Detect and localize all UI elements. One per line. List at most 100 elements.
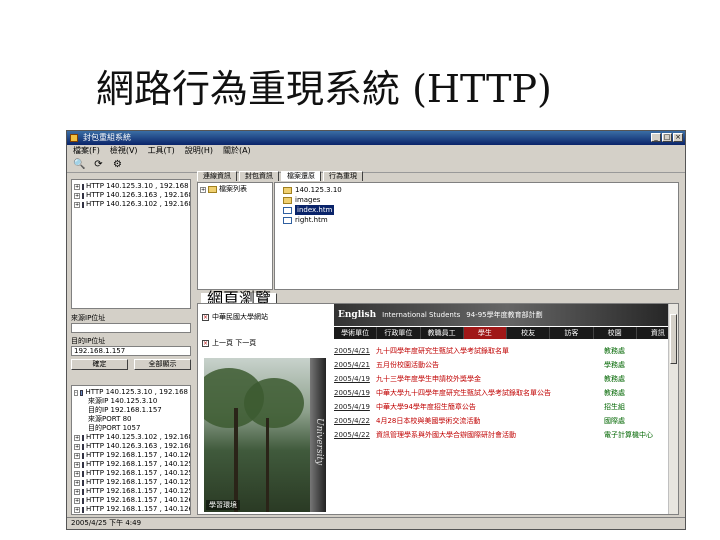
- news-title[interactable]: 中華大學94學年度招生簡章公告: [376, 403, 596, 414]
- refresh-icon[interactable]: ⟳: [92, 158, 105, 171]
- session-row[interactable]: 來源IP 140.125.3.10: [74, 397, 188, 406]
- session-row[interactable]: - HTTP 140.125.3.10 , 192.168: [74, 388, 188, 397]
- expand-icon[interactable]: +: [74, 443, 80, 450]
- tab-behavior[interactable]: 行為重現: [323, 171, 363, 181]
- news-title[interactable]: 九十三學年度學生申請校外獎學金: [376, 375, 596, 386]
- news-row[interactable]: 2005/4/19 中華大學九十四學年度研究生甄試入學考試錄取名單公告 教務處: [334, 386, 670, 400]
- expand-icon[interactable]: +: [74, 183, 80, 190]
- expand-icon[interactable]: +: [74, 461, 80, 468]
- preview-check-row[interactable]: × 中華民國大學網站: [202, 312, 268, 322]
- session-tree[interactable]: - HTTP 140.125.3.10 , 192.168 來源IP 140.125…: [71, 385, 191, 515]
- expand-icon[interactable]: +: [74, 506, 80, 513]
- news-title[interactable]: 資訊管理學系與外國大學合辦國際研討會活動: [376, 431, 596, 442]
- menu-file[interactable]: 檔案(F): [73, 145, 100, 157]
- session-row[interactable]: 目的PORT 1057: [74, 424, 188, 433]
- session-row[interactable]: + HTTP 140.125.3.102 , 192.168: [74, 433, 190, 442]
- session-label: HTTP 192.168.1.157 , 140.126: [86, 451, 191, 459]
- scrollbar-thumb[interactable]: [670, 314, 677, 364]
- session-row[interactable]: +HTTP 192.168.1.157 , 140.126: [74, 505, 190, 514]
- news-title[interactable]: 4月28日本校與美國學術交流活動: [376, 417, 596, 428]
- computer-icon: [82, 201, 84, 208]
- expand-icon[interactable]: +: [74, 192, 80, 199]
- src-ip-field[interactable]: [71, 323, 191, 333]
- close-button[interactable]: ×: [673, 133, 683, 142]
- session-label: HTTP 192.168.1.157 , 140.125: [86, 487, 191, 495]
- web-nav-item[interactable]: 學術單位: [334, 327, 378, 339]
- file-list[interactable]: 140.125.3.10 images index.htm right.htm: [274, 182, 679, 290]
- tab-web-preview[interactable]: 網頁瀏覽: [201, 291, 278, 307]
- menu-tools[interactable]: 工具(T): [148, 145, 175, 157]
- connection-row[interactable]: + HTTP 140.125.3.10 , 192.168: [74, 182, 189, 191]
- news-row[interactable]: 2005/4/21 五月份校園活動公告 學務處: [334, 358, 670, 372]
- file-row[interactable]: right.htm: [283, 215, 670, 225]
- news-row[interactable]: 2005/4/21 九十四學年度研究生甄試入學考試錄取名單 教務處: [334, 344, 670, 358]
- expand-icon[interactable]: +: [74, 452, 80, 459]
- bottom-tabs: 網頁瀏覽: [201, 291, 278, 307]
- session-label: HTTP 140.125.3.10 , 192.168: [85, 388, 188, 396]
- session-row[interactable]: + HTTP 192.168.1.157 , 140.125: [74, 487, 191, 496]
- tab-connection[interactable]: 連線資訊: [197, 171, 237, 181]
- ok-button[interactable]: 確定: [71, 359, 128, 370]
- session-row[interactable]: 來源PORT 80: [74, 415, 188, 424]
- web-nav-item[interactable]: 校園: [594, 327, 637, 339]
- web-nav-item[interactable]: 行政單位: [377, 327, 421, 339]
- menu-about[interactable]: 關於(A): [223, 145, 251, 157]
- web-nav-item[interactable]: 教職員工: [421, 327, 464, 339]
- menu-help[interactable]: 說明(H): [185, 145, 213, 157]
- english-link[interactable]: English: [338, 310, 376, 320]
- project-link[interactable]: 94-95學年度教育部計劃: [466, 310, 542, 320]
- connection-row[interactable]: + HTTP 140.126.3.163 , 192.168: [74, 191, 190, 200]
- checkbox[interactable]: ×: [202, 339, 209, 347]
- expand-icon[interactable]: +: [74, 470, 80, 477]
- session-row[interactable]: + HTTP 192.168.1.157 , 140.125: [74, 469, 190, 478]
- news-title[interactable]: 九十四學年度研究生甄試入學考試錄取名單: [376, 347, 596, 358]
- expand-icon[interactable]: +: [200, 186, 206, 193]
- folder-tree[interactable]: + 檔案列表: [197, 182, 273, 290]
- checkbox[interactable]: ×: [202, 313, 209, 321]
- web-preview-pane[interactable]: × 中華民國大學網站 × 上一頁 下一頁 University 學習環境 Eng…: [197, 303, 679, 515]
- expand-icon[interactable]: +: [74, 497, 80, 504]
- collapse-icon[interactable]: -: [74, 389, 78, 396]
- news-date: 2005/4/22: [334, 417, 370, 425]
- maximize-button[interactable]: □: [662, 133, 672, 142]
- tab-file-restore[interactable]: 檔案還原: [281, 171, 321, 181]
- preview-scrollbar[interactable]: [668, 304, 678, 514]
- expand-icon[interactable]: +: [74, 201, 80, 208]
- file-row[interactable]: 140.125.3.10: [283, 185, 670, 195]
- file-row[interactable]: images: [283, 195, 670, 205]
- tab-packet[interactable]: 封包資訊: [239, 171, 279, 181]
- web-nav-item[interactable]: 訪客: [550, 327, 594, 339]
- file-row[interactable]: index.htm: [283, 205, 670, 215]
- session-row[interactable]: +HTTP 192.168.1.157 , 140.126: [74, 496, 190, 505]
- session-row[interactable]: 目的IP 192.168.1.157: [74, 406, 188, 415]
- news-title[interactable]: 中華大學九十四學年度研究生甄試入學考試錄取名單公告: [376, 389, 596, 400]
- menu-view[interactable]: 檢視(V): [110, 145, 138, 157]
- tree-item[interactable]: + 檔案列表: [200, 185, 270, 194]
- web-nav-item[interactable]: 校友: [507, 327, 551, 339]
- news-row[interactable]: 2005/4/22 4月28日本校與美國學術交流活動 國際處: [334, 414, 670, 428]
- show-all-button[interactable]: 全部顯示: [134, 359, 191, 370]
- preview-check-row[interactable]: × 上一頁 下一頁: [202, 338, 256, 348]
- news-title[interactable]: 五月份校園活動公告: [376, 361, 596, 372]
- intl-students-link[interactable]: International Students: [382, 311, 460, 319]
- session-row[interactable]: + HTTP 192.168.1.157 , 140.126: [74, 451, 191, 460]
- news-dept: 教務處: [604, 375, 625, 383]
- news-row[interactable]: 2005/4/19 中華大學94學年度招生簡章公告 招生組: [334, 400, 670, 414]
- dst-ip-field[interactable]: 192.168.1.157: [71, 346, 191, 356]
- minimize-button[interactable]: _: [651, 133, 661, 142]
- session-row[interactable]: + HTTP 140.126.3.163 , 192.168: [74, 442, 190, 451]
- expand-icon[interactable]: +: [74, 488, 80, 495]
- search-icon[interactable]: 🔍: [73, 158, 86, 171]
- news-row[interactable]: 2005/4/22 資訊管理學系與外國大學合辦國際研討會活動 電子計算機中心: [334, 428, 670, 442]
- news-row[interactable]: 2005/4/19 九十三學年度學生申請校外獎學金 教務處: [334, 372, 670, 386]
- connection-tree[interactable]: + HTTP 140.125.3.10 , 192.168 + HTTP 140.12…: [71, 179, 191, 309]
- session-row[interactable]: + HTTP 192.168.1.157 , 140.125: [74, 460, 190, 469]
- expand-icon[interactable]: +: [74, 479, 80, 486]
- session-row[interactable]: +HTTP 192.168.1.157 , 140.126: [74, 514, 188, 515]
- expand-icon[interactable]: +: [74, 434, 80, 441]
- settings-icon[interactable]: ⚙: [111, 158, 124, 171]
- window-titlebar[interactable]: 封包重組系統 _ □ ×: [67, 131, 685, 145]
- connection-row[interactable]: + HTTP 140.126.3.102 , 192.168: [74, 200, 190, 209]
- session-row[interactable]: + HTTP 192.168.1.157 , 140.125: [74, 478, 190, 487]
- web-nav-item[interactable]: 學生: [463, 327, 507, 339]
